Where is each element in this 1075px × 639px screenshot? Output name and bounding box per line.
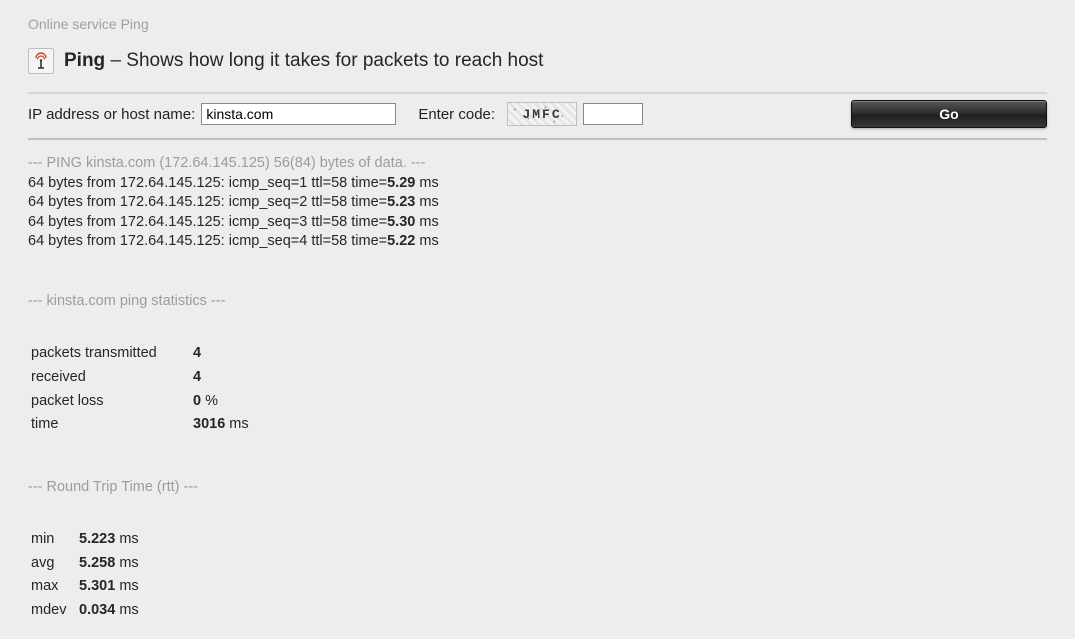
stat-value: 3016 bbox=[193, 416, 225, 432]
rtt-label: max bbox=[30, 576, 76, 598]
stats-header: --- kinsta.com ping statistics --- bbox=[28, 292, 1047, 312]
stat-value: 0 bbox=[193, 393, 201, 409]
rtt-value: 5.301 bbox=[79, 578, 115, 594]
rtt-value: 5.258 bbox=[79, 555, 115, 571]
rtt-value-cell: 5.258 ms bbox=[78, 553, 140, 575]
rtt-value-cell: 5.301 ms bbox=[78, 576, 140, 598]
stats-table: packets transmitted 4 received 4 packet … bbox=[28, 341, 252, 437]
page: Online service Ping Ping – Shows how lon… bbox=[0, 0, 1075, 639]
rtt-value: 5.223 bbox=[79, 531, 115, 547]
title-row: Ping – Shows how long it takes for packe… bbox=[28, 48, 1047, 74]
title-desc: Shows how long it takes for packets to r… bbox=[126, 50, 543, 71]
rtt-row: avg 5.258 ms bbox=[30, 553, 140, 575]
title-dash: – bbox=[105, 50, 126, 71]
stat-label: packets transmitted bbox=[30, 343, 190, 365]
host-label: IP address or host name: bbox=[28, 106, 195, 123]
host-input[interactable] bbox=[201, 103, 396, 125]
rtt-row: min 5.223 ms bbox=[30, 529, 140, 551]
breadcrumb: Online service Ping bbox=[28, 16, 1047, 32]
stat-row: packets transmitted 4 bbox=[30, 343, 250, 365]
stat-label: received bbox=[30, 367, 190, 389]
stat-value-cell: 0 % bbox=[192, 391, 250, 413]
captcha-text: JMFC bbox=[522, 107, 561, 122]
stat-value-cell: 4 bbox=[192, 343, 250, 365]
stat-row: packet loss 0 % bbox=[30, 391, 250, 413]
code-label: Enter code: bbox=[418, 106, 495, 123]
stat-label: time bbox=[30, 414, 190, 436]
stat-row: time 3016 ms bbox=[30, 414, 250, 436]
title-name: Ping bbox=[64, 50, 105, 71]
antenna-icon bbox=[28, 48, 54, 74]
stat-value: 4 bbox=[193, 369, 201, 385]
rtt-label: avg bbox=[30, 553, 76, 575]
captcha-image: JMFC bbox=[507, 102, 577, 126]
stat-value-cell: 3016 ms bbox=[192, 414, 250, 436]
rtt-value: 0.034 bbox=[79, 602, 115, 618]
reply-line: 64 bytes from 172.64.145.125: icmp_seq=4… bbox=[28, 232, 1047, 252]
reply-lines: 64 bytes from 172.64.145.125: icmp_seq=1… bbox=[28, 174, 1047, 252]
rtt-row: mdev 0.034 ms bbox=[30, 600, 140, 622]
rtt-value-cell: 0.034 ms bbox=[78, 600, 140, 622]
stat-value-cell: 4 bbox=[192, 367, 250, 389]
rtt-table: min 5.223 ms avg 5.258 ms max 5.301 ms m… bbox=[28, 527, 142, 623]
results-block: --- PING kinsta.com (172.64.145.125) 56(… bbox=[28, 154, 1047, 623]
rtt-header: --- Round Trip Time (rtt) --- bbox=[28, 478, 1047, 498]
input-bar: IP address or host name: Enter code: JMF… bbox=[28, 92, 1047, 140]
stat-row: received 4 bbox=[30, 367, 250, 389]
stat-value: 4 bbox=[193, 345, 201, 361]
rtt-value-cell: 5.223 ms bbox=[78, 529, 140, 551]
page-title: Ping – Shows how long it takes for packe… bbox=[64, 50, 543, 72]
code-input[interactable] bbox=[583, 103, 643, 125]
reply-line: 64 bytes from 172.64.145.125: icmp_seq=1… bbox=[28, 174, 1047, 194]
rtt-row: max 5.301 ms bbox=[30, 576, 140, 598]
go-button[interactable]: Go bbox=[851, 100, 1047, 128]
reply-line: 64 bytes from 172.64.145.125: icmp_seq=2… bbox=[28, 193, 1047, 213]
ping-header-line: --- PING kinsta.com (172.64.145.125) 56(… bbox=[28, 154, 1047, 174]
rtt-label: mdev bbox=[30, 600, 76, 622]
stat-label: packet loss bbox=[30, 391, 190, 413]
reply-line: 64 bytes from 172.64.145.125: icmp_seq=3… bbox=[28, 213, 1047, 233]
rtt-label: min bbox=[30, 529, 76, 551]
